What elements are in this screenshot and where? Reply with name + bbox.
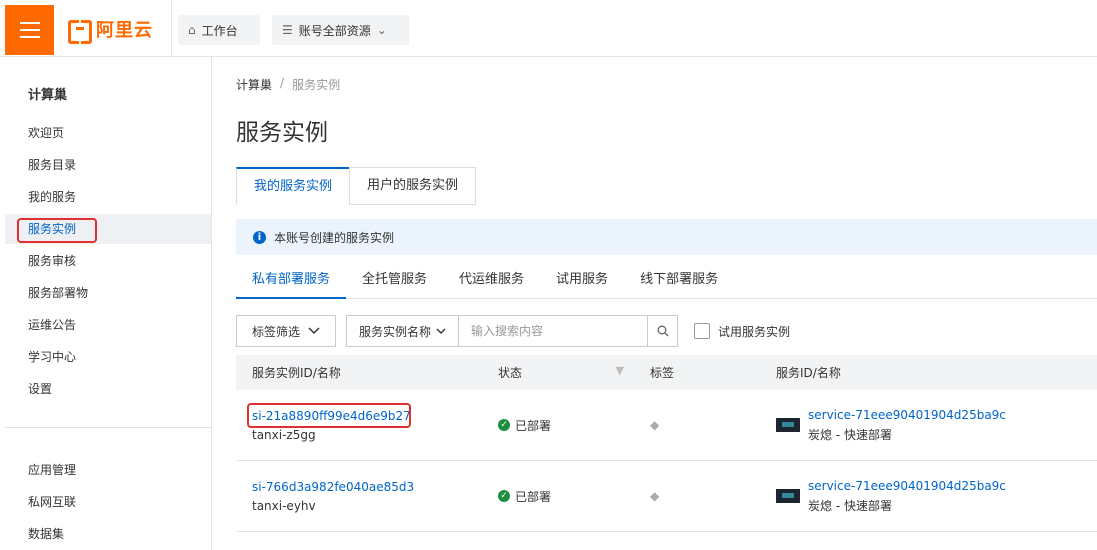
search-field-select[interactable]: 服务实例名称 — [347, 316, 459, 346]
chevron-down-icon: ⌄ — [376, 23, 387, 37]
instance-tabs: 我的服务实例 用户的服务实例 — [236, 167, 477, 205]
search-input[interactable] — [459, 316, 647, 346]
sidebar-item-my-services[interactable]: 我的服务 — [5, 182, 211, 212]
sidebar-highlight-box — [17, 218, 97, 243]
tag-filter-label: 标签筛选 — [252, 324, 301, 339]
tab-user-instances[interactable]: 用户的服务实例 — [349, 167, 477, 205]
header-service-id: 服务ID/名称 — [776, 366, 841, 380]
search-group: 服务实例名称 — [346, 315, 678, 347]
resources-dropdown[interactable]: ☰ 账号全部资源 ⌄ — [272, 15, 409, 45]
service-id-link[interactable]: service-71eee90401904d25ba9c — [808, 479, 1006, 493]
workbench-label: 工作台 — [201, 23, 238, 38]
chevron-down-icon — [436, 324, 446, 338]
check-circle-icon: ✓ — [498, 419, 510, 431]
trial-checkbox[interactable] — [694, 323, 710, 339]
trial-checkbox-label: 试用服务实例 — [718, 324, 791, 339]
subtab-offline-deploy[interactable]: 线下部署服务 — [624, 267, 734, 299]
tag-icon[interactable]: ◆ — [650, 489, 659, 503]
aliyun-logo[interactable]: 阿里云 — [68, 18, 153, 44]
filter-icon[interactable]: ▼ — [616, 364, 624, 381]
info-icon: i — [253, 230, 266, 244]
top-bar: 阿里云 ⌂ 工作台 ☰ 账号全部资源 ⌄ — [0, 0, 1097, 57]
instance-name: tanxi-z5gg — [252, 427, 316, 442]
status-badge: ✓ 已部署 — [498, 417, 551, 434]
aliyun-logo-icon — [68, 20, 92, 44]
status-text: 已部署 — [515, 418, 552, 433]
sidebar-item-private-network[interactable]: 私网互联 — [5, 487, 211, 517]
search-icon[interactable] — [647, 316, 677, 346]
workbench-button[interactable]: ⌂ 工作台 — [178, 15, 260, 45]
sidebar-divider — [5, 427, 211, 428]
sidebar-item-datasets[interactable]: 数据集 — [5, 519, 211, 549]
breadcrumb-separator: / — [280, 76, 285, 90]
page-title: 服务实例 — [236, 120, 328, 146]
sidebar-item-learning[interactable]: 学习中心 — [5, 342, 211, 372]
breadcrumb-current: 服务实例 — [292, 78, 341, 92]
service-cell: service-71eee90401904d25ba9c 炭熄 - 快速部署 — [776, 479, 1097, 514]
check-circle-icon: ✓ — [498, 490, 510, 502]
tag-icon[interactable]: ◆ — [650, 418, 659, 432]
subtab-managed-ops[interactable]: 代运维服务 — [443, 267, 540, 299]
table-header: 服务实例ID/名称 状态 ▼ 标签 服务ID/名称 — [236, 355, 1097, 390]
logo-text: 阿里云 — [96, 20, 153, 41]
service-id-link[interactable]: service-71eee90401904d25ba9c — [808, 408, 1006, 422]
search-field-label: 服务实例名称 — [359, 324, 432, 339]
sidebar-item-app-management[interactable]: 应用管理 — [5, 455, 211, 485]
service-cell: service-71eee90401904d25ba9c 炭熄 - 快速部署 — [776, 408, 1097, 443]
home-icon: ⌂ — [188, 23, 196, 37]
stack-icon: ☰ — [282, 23, 293, 37]
sidebar-item-ops-notice[interactable]: 运维公告 — [5, 310, 211, 340]
instance-table: 服务实例ID/名称 状态 ▼ 标签 服务ID/名称 si-21a8890ff99… — [236, 355, 1097, 532]
service-name: 炭熄 - 快速部署 — [808, 498, 892, 513]
instance-id-link[interactable]: si-766d3a982fe040ae85d3 — [252, 480, 482, 494]
status-text: 已部署 — [515, 489, 552, 504]
subtab-fully-managed[interactable]: 全托管服务 — [346, 267, 443, 299]
header-instance-id: 服务实例ID/名称 — [252, 366, 341, 380]
topnav-divider — [171, 0, 172, 57]
instance-name: tanxi-eyhv — [252, 498, 316, 513]
table-row: si-766d3a982fe040ae85d3 tanxi-eyhv ✓ 已部署… — [236, 461, 1097, 532]
subtab-trial[interactable]: 试用服务 — [540, 267, 624, 299]
service-thumbnail — [776, 489, 800, 503]
service-name: 炭熄 - 快速部署 — [808, 427, 892, 442]
status-badge: ✓ 已部署 — [498, 488, 551, 505]
header-status-cell: 状态 ▼ — [482, 364, 634, 381]
service-thumbnail — [776, 418, 800, 432]
notice-text: 本账号创建的服务实例 — [274, 230, 395, 245]
sidebar-title: 计算巢 — [28, 88, 68, 103]
sidebar: 计算巢 欢迎页 服务目录 我的服务 服务实例 服务审核 服务部署物 运维公告 学… — [5, 57, 212, 550]
header-tags: 标签 — [650, 366, 675, 380]
trial-instance-filter[interactable]: 试用服务实例 — [694, 323, 790, 340]
chevron-down-icon — [308, 324, 320, 338]
info-notice: i 本账号创建的服务实例 — [236, 219, 1097, 255]
breadcrumb: 计算巢 / 服务实例 — [236, 76, 340, 93]
tag-filter-button[interactable]: 标签筛选 — [236, 315, 336, 347]
header-status: 状态 — [498, 366, 523, 380]
sidebar-item-welcome[interactable]: 欢迎页 — [5, 118, 211, 148]
sidebar-item-service-review[interactable]: 服务审核 — [5, 246, 211, 276]
subtab-private-deploy[interactable]: 私有部署服务 — [236, 267, 347, 299]
tab-my-instances[interactable]: 我的服务实例 — [236, 167, 351, 205]
sidebar-item-catalog[interactable]: 服务目录 — [5, 150, 211, 180]
main-content: 计算巢 / 服务实例 服务实例 我的服务实例 用户的服务实例 i 本账号创建的服… — [213, 57, 1097, 550]
breadcrumb-root[interactable]: 计算巢 — [236, 76, 272, 93]
resources-label: 账号全部资源 — [298, 23, 371, 38]
instance-id-highlight-box — [247, 403, 411, 428]
filter-bar: 标签筛选 服务实例名称 试用服务实例 — [236, 315, 790, 347]
hamburger-menu-icon[interactable] — [5, 5, 54, 55]
sidebar-item-settings[interactable]: 设置 — [5, 374, 211, 404]
service-type-tabs: 私有部署服务 全托管服务 代运维服务 试用服务 线下部署服务 — [236, 267, 1097, 299]
sidebar-item-artifacts[interactable]: 服务部署物 — [5, 278, 211, 308]
